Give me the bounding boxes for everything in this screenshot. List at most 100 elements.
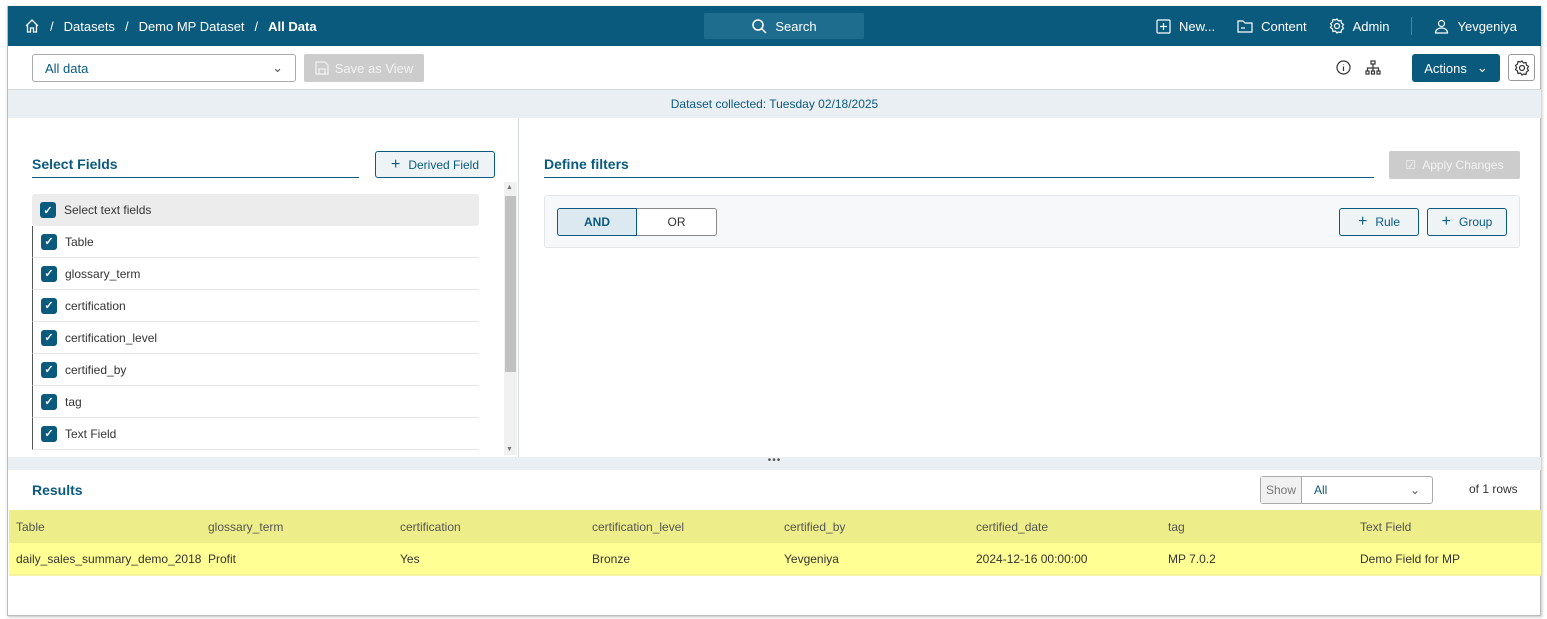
column-header[interactable]: certification_level xyxy=(585,520,777,534)
actions-label: Actions xyxy=(1424,60,1467,76)
results-table: Table glossary_term certification certif… xyxy=(9,510,1541,576)
checkbox-edit-icon: ☑ xyxy=(1405,158,1417,172)
apply-changes-label: Apply Changes xyxy=(1422,158,1504,172)
show-label: Show xyxy=(1261,477,1302,503)
add-rule-label: Rule xyxy=(1375,215,1401,229)
select-fields-panel: Select Fields + Derived Field ✓ Select tex… xyxy=(8,118,519,457)
column-header[interactable]: tag xyxy=(1161,520,1353,534)
panel-resize-handle[interactable]: ••• xyxy=(8,456,1541,470)
derived-field-label: Derived Field xyxy=(408,157,480,172)
table-row[interactable]: daily_sales_summary_demo_2018 Profit Yes… xyxy=(9,543,1541,576)
table-cell: daily_sales_summary_demo_2018 xyxy=(16,551,201,566)
column-header[interactable]: glossary_term xyxy=(201,520,393,534)
column-header[interactable]: certification xyxy=(393,520,585,534)
breadcrumb: / Datasets / Demo MP Dataset / All Data xyxy=(24,18,317,34)
field-label: certification xyxy=(65,298,126,313)
admin-button[interactable]: Admin xyxy=(1329,18,1390,34)
table-cell: Yes xyxy=(400,551,420,566)
content-button[interactable]: Content xyxy=(1237,19,1307,34)
checkbox-checked-icon: ✓ xyxy=(41,361,57,378)
divider xyxy=(1411,17,1413,35)
new-button[interactable]: New... xyxy=(1156,19,1215,34)
plus-icon: + xyxy=(1357,213,1368,230)
checkbox-checked-icon: ✓ xyxy=(41,265,57,282)
plus-icon: + xyxy=(1441,213,1451,230)
save-icon xyxy=(315,61,329,75)
field-checkbox[interactable]: ✓ tag xyxy=(32,386,479,418)
admin-label: Admin xyxy=(1352,18,1390,34)
and-toggle[interactable]: AND xyxy=(557,208,637,236)
apply-changes-button[interactable]: ☑ Apply Changes xyxy=(1389,151,1520,179)
user-menu[interactable]: Yevgeniya xyxy=(1434,19,1517,34)
column-header[interactable]: Text Field xyxy=(1353,520,1533,534)
app-window: / Datasets / Demo MP Dataset / All Data … xyxy=(7,6,1541,616)
chevron-down-icon: ⌄ xyxy=(1476,60,1488,75)
show-value: All xyxy=(1314,483,1328,497)
field-checkbox[interactable]: ✓ certification xyxy=(32,290,479,322)
field-label: Text Field xyxy=(65,426,117,441)
scroll-down-icon[interactable]: ▼ xyxy=(506,446,513,453)
table-cell: Bronze xyxy=(592,551,631,566)
derived-field-button[interactable]: + Derived Field xyxy=(375,151,495,178)
content-label: Content xyxy=(1261,18,1307,34)
filter-builder: AND OR + Rule + Group xyxy=(544,195,1520,248)
table-cell: Yevgeniya xyxy=(784,551,839,566)
scroll-up-icon[interactable]: ▲ xyxy=(506,184,513,191)
save-as-view-label: Save as View xyxy=(334,60,414,76)
table-cell: MP 7.0.2 xyxy=(1168,551,1216,566)
field-checkbox[interactable]: ✓ Text Field xyxy=(32,418,479,450)
table-header-row: Table glossary_term certification certif… xyxy=(9,510,1541,543)
field-label: certified_by xyxy=(65,362,127,377)
gear-icon xyxy=(1514,59,1530,76)
column-header[interactable]: certified_date xyxy=(969,520,1161,534)
home-icon[interactable] xyxy=(24,18,40,34)
checkbox-checked-icon: ✓ xyxy=(40,202,56,218)
plus-square-icon xyxy=(1156,18,1171,34)
add-group-label: Group xyxy=(1458,215,1493,229)
save-as-view-button[interactable]: Save as View xyxy=(304,54,424,82)
field-label: certification_level xyxy=(65,330,158,345)
field-checkbox[interactable]: ✓ glossary_term xyxy=(32,258,479,290)
view-select-value: All data xyxy=(45,60,89,76)
search-button[interactable]: Search xyxy=(704,13,864,39)
breadcrumb-datasets[interactable]: Datasets xyxy=(64,19,115,34)
breadcrumb-current: All Data xyxy=(268,18,317,34)
field-label: tag xyxy=(65,394,82,409)
folder-icon xyxy=(1237,19,1253,33)
results-title: Results xyxy=(32,482,83,498)
scrollbar-thumb[interactable] xyxy=(505,196,516,372)
info-icon[interactable] xyxy=(1336,60,1351,75)
checkbox-checked-icon: ✓ xyxy=(41,425,57,442)
field-checkbox[interactable]: ✓ Table xyxy=(32,226,479,258)
checkbox-checked-icon: ✓ xyxy=(41,297,57,314)
actions-button[interactable]: Actions ⌄ xyxy=(1412,54,1500,82)
search-icon xyxy=(751,18,767,34)
settings-button[interactable] xyxy=(1508,54,1535,81)
field-list-scrollbar[interactable]: ▲ ▼ xyxy=(504,182,517,455)
row-count: of 1 rows xyxy=(1469,482,1518,496)
chevron-down-icon: ⌄ xyxy=(1409,483,1420,497)
breadcrumb-dataset[interactable]: Demo MP Dataset xyxy=(139,19,245,34)
add-group-button[interactable]: + Group xyxy=(1427,208,1507,236)
show-rows-select[interactable]: Show All ⌄ xyxy=(1260,476,1433,504)
column-header[interactable]: certified_by xyxy=(777,520,969,534)
toolbar: All data ⌄ Save as View Actions ⌄ xyxy=(8,46,1541,90)
search-label: Search xyxy=(775,18,817,34)
table-cell: Demo Field for MP xyxy=(1360,551,1461,566)
chevron-down-icon: ⌄ xyxy=(272,60,283,75)
dataset-collected-banner: Dataset collected: Tuesday 02/18/2025 xyxy=(8,90,1541,118)
view-select[interactable]: All data ⌄ xyxy=(32,54,296,82)
field-checkbox[interactable]: ✓ certification_level xyxy=(32,322,479,354)
plus-icon: + xyxy=(390,155,401,173)
table-cell: 2024-12-16 00:00:00 xyxy=(976,551,1088,566)
field-checkbox[interactable]: ✓ certified_by xyxy=(32,354,479,386)
checkbox-checked-icon: ✓ xyxy=(41,233,57,250)
add-rule-button[interactable]: + Rule xyxy=(1339,208,1419,236)
lineage-icon[interactable] xyxy=(1365,60,1381,75)
field-checkbox-select-all[interactable]: ✓ Select text fields xyxy=(32,194,479,226)
checkbox-checked-icon: ✓ xyxy=(41,393,57,410)
column-header[interactable]: Table xyxy=(9,520,201,534)
or-toggle[interactable]: OR xyxy=(637,208,717,236)
field-label: glossary_term xyxy=(65,266,141,281)
new-label: New... xyxy=(1178,18,1216,34)
